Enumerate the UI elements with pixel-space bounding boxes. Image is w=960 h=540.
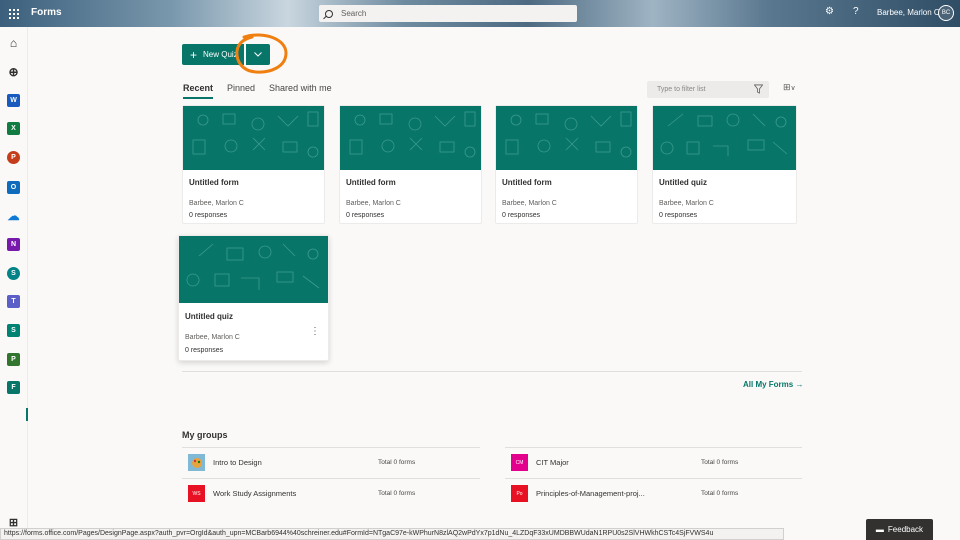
card-title: Untitled quiz — [185, 312, 233, 321]
powerpoint-icon[interactable]: P — [7, 151, 20, 164]
card-banner — [183, 106, 324, 170]
active-app-indicator — [26, 408, 28, 421]
search-box[interactable]: Search — [319, 5, 577, 22]
group-name: CIT Major — [536, 458, 569, 467]
search-icon — [325, 9, 333, 18]
card-owner: Barbee, Marlon C — [346, 200, 401, 207]
group-item[interactable]: Po Principles-of-Management-proj... Tota… — [505, 478, 802, 508]
divider — [182, 371, 802, 372]
planner-icon[interactable]: P — [7, 353, 20, 366]
grid-view-icon: ⊞ — [783, 82, 791, 92]
new-quiz-button[interactable]: + New Quiz — [182, 44, 244, 65]
pattern-icon — [349, 111, 476, 158]
tab-pinned[interactable]: Pinned — [227, 83, 255, 99]
chat-icon: ▬ — [875, 525, 884, 534]
pattern-icon — [660, 113, 788, 156]
card-title: Untitled quiz — [659, 178, 707, 187]
sharepoint-icon[interactable]: S — [7, 267, 20, 280]
card-owner: Barbee, Marlon C — [185, 334, 240, 341]
group-item[interactable]: CM CIT Major Total 0 forms — [505, 447, 802, 477]
forms-icon[interactable]: F — [7, 381, 20, 394]
filter-placeholder: Type to filter list — [657, 86, 706, 93]
pattern-icon — [505, 111, 632, 158]
group-name: Principles-of-Management-proj... — [536, 489, 645, 498]
waffle-icon — [8, 8, 19, 19]
my-groups-heading: My groups — [182, 430, 228, 440]
card-responses: 0 responses — [346, 212, 385, 219]
app-rail: ⌂ ⊕ W X P O ☁ N S T S P F ⊞ — [0, 27, 28, 540]
group-count: Total 0 forms — [701, 490, 739, 497]
form-card[interactable]: Untitled form Barbee, Marlon C 0 respons… — [182, 105, 325, 224]
card-banner — [496, 106, 637, 170]
card-title: Untitled form — [502, 178, 552, 187]
card-banner — [653, 106, 796, 170]
group-avatar — [188, 454, 205, 471]
group-count: Total 0 forms — [701, 459, 739, 466]
card-banner — [179, 236, 328, 303]
tab-recent[interactable]: Recent — [183, 83, 214, 99]
outlook-icon[interactable]: O — [7, 181, 20, 194]
word-icon[interactable]: W — [7, 94, 20, 107]
avatar[interactable]: BC — [938, 5, 954, 21]
card-responses: 0 responses — [659, 212, 698, 219]
group-item[interactable]: WS Work Study Assignments Total 0 forms — [182, 478, 480, 508]
filter-input[interactable]: Type to filter list — [647, 81, 769, 98]
card-owner: Barbee, Marlon C — [189, 200, 244, 207]
user-name[interactable]: Barbee, Marlon C — [877, 8, 940, 17]
quiz-card[interactable]: Untitled quiz Barbee, Marlon C 0 respons… — [652, 105, 797, 224]
gear-icon[interactable]: ⚙ — [825, 6, 834, 17]
home-icon[interactable]: ⌂ — [7, 36, 20, 50]
feedback-button[interactable]: ▬ Feedback — [866, 519, 933, 540]
app-launcher-button[interactable] — [0, 0, 27, 27]
add-app-icon[interactable]: ⊕ — [7, 65, 20, 79]
more-options-icon[interactable]: ⋮ — [310, 326, 320, 337]
status-url: https://forms.office.com/Pages/DesignPag… — [0, 528, 784, 540]
pattern-icon — [186, 243, 320, 290]
quiz-card[interactable]: Untitled quiz Barbee, Marlon C 0 respons… — [178, 235, 329, 361]
chevron-down-icon: ∨ — [790, 85, 796, 92]
question-icon[interactable]: ? — [853, 6, 859, 17]
group-count: Total 0 forms — [378, 490, 416, 497]
onedrive-icon[interactable]: ☁ — [7, 209, 20, 223]
card-responses: 0 responses — [185, 347, 224, 354]
app-name[interactable]: Forms — [31, 7, 62, 18]
palette-icon — [191, 457, 202, 468]
view-toggle[interactable]: ⊞∨ — [783, 82, 796, 93]
card-owner: Barbee, Marlon C — [659, 200, 714, 207]
new-quiz-label: New Quiz — [203, 50, 238, 59]
search-placeholder: Search — [341, 9, 367, 18]
new-dropdown-button[interactable] — [246, 44, 270, 65]
tab-shared[interactable]: Shared with me — [269, 83, 332, 99]
group-item[interactable]: Intro to Design Total 0 forms — [182, 447, 480, 477]
excel-icon[interactable]: X — [7, 122, 20, 135]
pattern-icon — [192, 111, 319, 158]
card-responses: 0 responses — [189, 212, 228, 219]
feedback-label: Feedback — [887, 525, 924, 534]
card-responses: 0 responses — [502, 212, 541, 219]
group-count: Total 0 forms — [378, 459, 416, 466]
group-name: Intro to Design — [213, 458, 262, 467]
form-card[interactable]: Untitled form Barbee, Marlon C 0 respons… — [495, 105, 638, 224]
group-avatar: CM — [511, 454, 528, 471]
tab-bar: Recent Pinned Shared with me — [183, 83, 346, 99]
card-banner — [340, 106, 481, 170]
sway-icon[interactable]: S — [7, 324, 20, 337]
group-avatar: Po — [511, 485, 528, 502]
card-owner: Barbee, Marlon C — [502, 200, 557, 207]
teams-icon[interactable]: T — [7, 295, 20, 308]
chevron-down-icon — [254, 52, 262, 57]
filter-icon[interactable] — [754, 84, 763, 94]
card-title: Untitled form — [346, 178, 396, 187]
group-name: Work Study Assignments — [213, 489, 297, 498]
card-title: Untitled form — [189, 178, 239, 187]
form-card[interactable]: Untitled form Barbee, Marlon C 0 respons… — [339, 105, 482, 224]
all-my-forms-link[interactable]: All My Forms → — [743, 380, 803, 389]
group-avatar: WS — [188, 485, 205, 502]
onenote-icon[interactable]: N — [7, 238, 20, 251]
app-header: Forms Search ⚙ ? Barbee, Marlon C BC — [0, 0, 960, 27]
plus-icon: + — [190, 47, 198, 62]
